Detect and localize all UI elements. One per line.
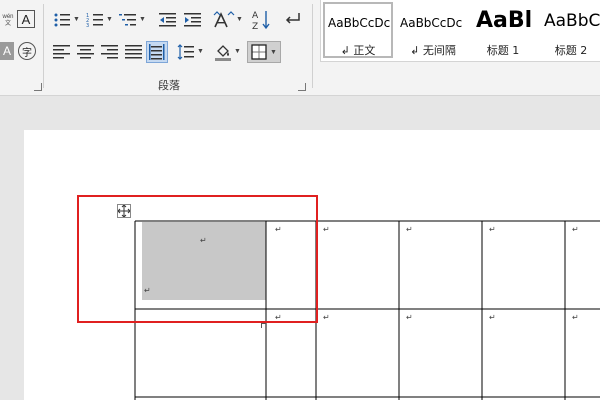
highlight-box	[77, 195, 318, 323]
cell-end-mark: ↵	[406, 313, 413, 322]
cell-end-mark: ↵	[572, 225, 579, 234]
column-resize-marker[interactable]	[261, 323, 266, 328]
cell-end-mark: ↵	[489, 313, 496, 322]
cell-end-mark: ↵	[406, 225, 413, 234]
cell-end-mark: ↵	[489, 225, 496, 234]
cell-end-mark: ↵	[323, 313, 330, 322]
cell-end-mark: ↵	[323, 225, 330, 234]
cell-end-mark: ↵	[572, 313, 579, 322]
